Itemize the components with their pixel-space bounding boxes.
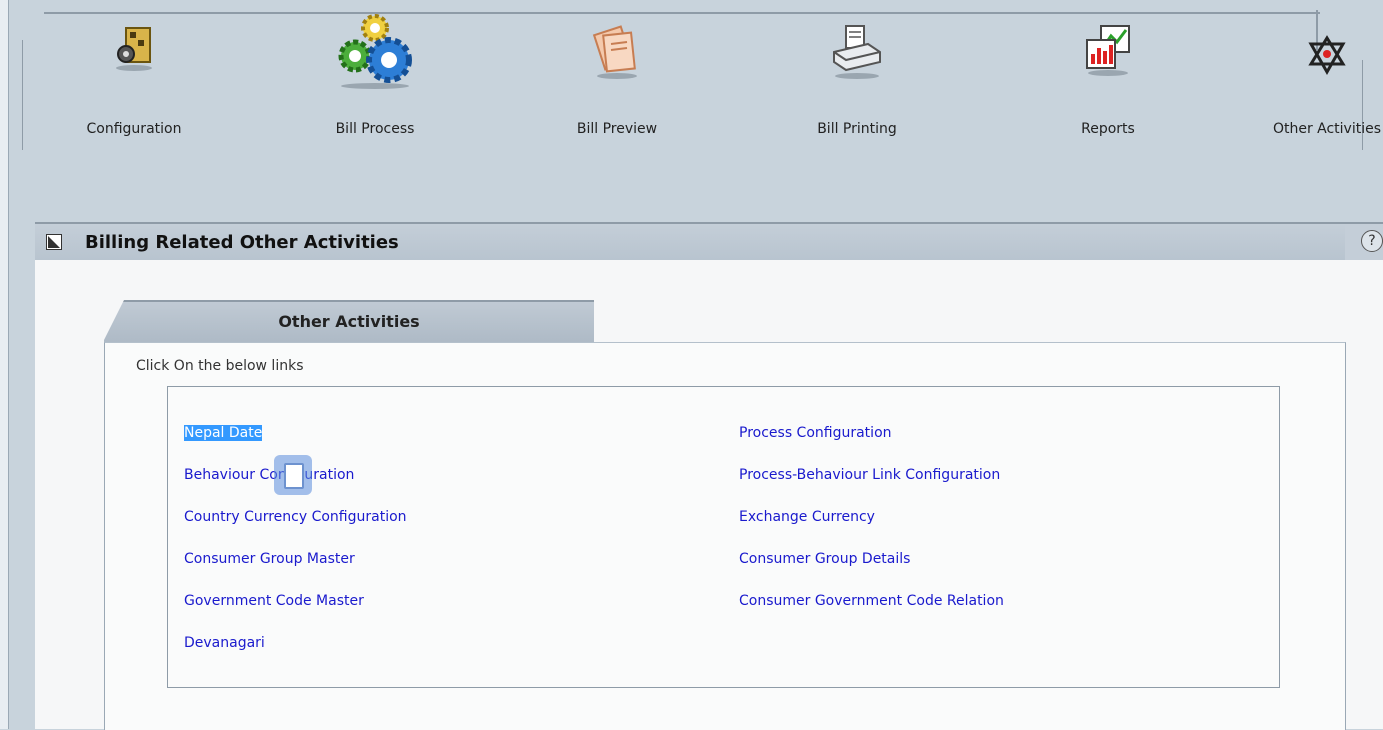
toolbar-top-border [44, 12, 1320, 14]
collapse-toggle-icon[interactable] [46, 234, 62, 250]
link-process-behaviour-link-configuration[interactable]: Process-Behaviour Link Configuration [739, 467, 1000, 483]
link-process-configuration[interactable]: Process Configuration [739, 425, 892, 441]
other-activities-icon [1305, 34, 1349, 82]
link-consumer-group-details[interactable]: Consumer Group Details [739, 551, 910, 567]
toolbar-label-bill-printing: Bill Printing [817, 121, 897, 137]
drag-copy-icon [274, 455, 312, 495]
gears-icon [331, 10, 419, 94]
panel-header: Billing Related Other Activities [35, 222, 1350, 262]
chart-report-icon [1081, 20, 1135, 80]
documents-icon [589, 24, 645, 84]
link-behaviour-configuration[interactable]: Behaviour Configuration [184, 467, 354, 483]
tab-label: Other Activities [278, 312, 420, 331]
toolbar-label-configuration: Configuration [86, 121, 182, 137]
help-icon[interactable]: ? [1361, 230, 1383, 252]
links-container [167, 386, 1280, 688]
link-government-code-master[interactable]: Government Code Master [184, 593, 364, 609]
link-devanagari[interactable]: Devanagari [184, 635, 265, 651]
window-left-border [0, 0, 9, 729]
configuration-icon [112, 24, 156, 76]
toolbar-label-bill-process: Bill Process [335, 121, 415, 137]
toolbar-label-other-activities: Other Activities [1272, 121, 1382, 137]
help-tab: ? [1345, 222, 1383, 262]
link-nepal-date[interactable]: Nepal Date [184, 425, 263, 441]
toolbar-label-reports: Reports [1081, 121, 1135, 137]
printer-icon [828, 22, 886, 84]
link-consumer-government-code-relation[interactable]: Consumer Government Code Relation [739, 593, 1004, 609]
link-exchange-currency[interactable]: Exchange Currency [739, 509, 875, 525]
link-country-currency-configuration[interactable]: Country Currency Configuration [184, 509, 407, 525]
panel-title: Billing Related Other Activities [85, 232, 399, 253]
instruction-text: Click On the below links [136, 358, 304, 374]
toolbar-label-bill-preview: Bill Preview [576, 121, 658, 137]
link-consumer-group-master[interactable]: Consumer Group Master [184, 551, 355, 567]
tab-other-activities[interactable]: Other Activities [104, 300, 594, 342]
toolbar-left-border [22, 40, 23, 150]
